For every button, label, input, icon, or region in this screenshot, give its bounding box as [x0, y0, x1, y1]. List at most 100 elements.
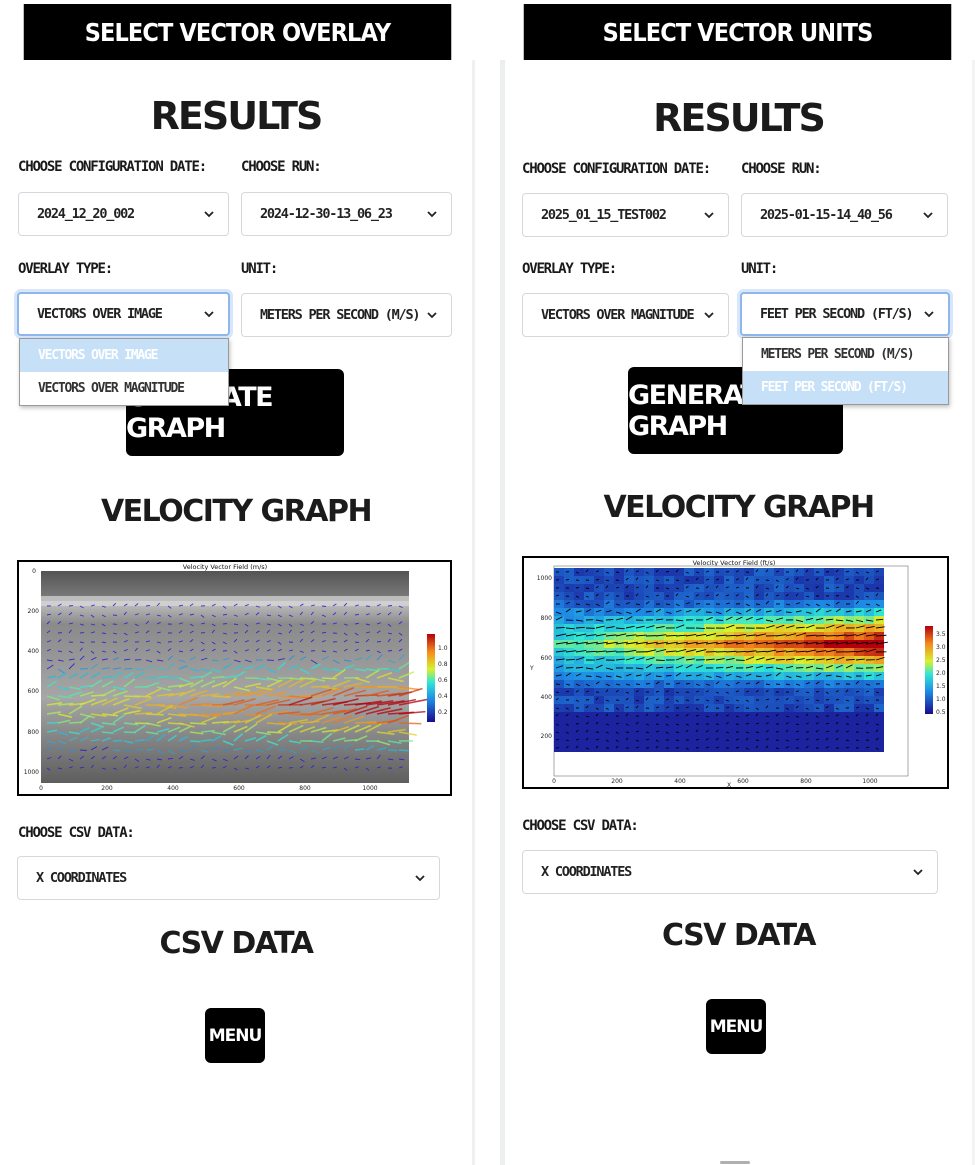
magnitude-cell [584, 712, 594, 720]
magnitude-cell [624, 728, 634, 736]
magnitude-cell [844, 672, 854, 680]
magnitude-cell [564, 744, 574, 752]
magnitude-cell [754, 616, 764, 624]
magnitude-cell [624, 600, 634, 608]
vector-arrow [835, 699, 840, 701]
magnitude-cell [754, 608, 764, 616]
magnitude-cell [704, 744, 714, 752]
magnitude-cell [804, 720, 814, 728]
vector-arrow [277, 767, 283, 769]
magnitude-cell [644, 664, 654, 672]
magnitude-cell [704, 704, 714, 712]
magnitude-cell [844, 616, 854, 624]
magnitude-cell [724, 592, 734, 600]
dropdown-option-meters-per-second[interactable]: METERS PER SECOND (M/S) [743, 338, 948, 371]
config-date-label: CHOOSE CONFIGURATION DATE: [18, 159, 207, 175]
magnitude-cell [584, 736, 594, 744]
magnitude-cell [824, 680, 834, 688]
dropdown-option-vectors-over-magnitude[interactable]: VECTORS OVER MAGNITUDE [20, 372, 228, 405]
magnitude-cell [814, 696, 824, 704]
x-tick: 600 [233, 785, 245, 792]
overlay-type-dropdown: VECTORS OVER IMAGE VECTORS OVER MAGNITUD… [19, 338, 229, 406]
magnitude-cell [554, 728, 564, 736]
magnitude-cell [784, 736, 794, 744]
dropdown-option-feet-per-second[interactable]: FEET PER SECOND (FT/S) [743, 371, 948, 404]
magnitude-cell [674, 576, 684, 584]
magnitude-cell [584, 728, 594, 736]
magnitude-cell [804, 744, 814, 752]
magnitude-cell [554, 672, 564, 680]
magnitude-cell [794, 656, 804, 664]
magnitude-cell [714, 656, 724, 664]
magnitude-cell [874, 704, 884, 712]
magnitude-cell [584, 744, 594, 752]
magnitude-cell [834, 736, 844, 744]
magnitude-cell [844, 736, 854, 744]
overlay-type-select[interactable]: VECTORS OVER IMAGE [17, 292, 230, 336]
vector-arrow [277, 722, 297, 725]
magnitude-cell [604, 720, 614, 728]
magnitude-cell [784, 672, 794, 680]
magnitude-cell [574, 656, 584, 664]
vector-arrow [321, 677, 337, 680]
vector-arrow [735, 706, 740, 709]
magnitude-cell [674, 680, 684, 688]
x-tick: 200 [611, 778, 623, 785]
magnitude-cell [554, 696, 564, 704]
run-select[interactable]: 2024-12-30-13_06_23 [241, 192, 452, 236]
magnitude-cell [694, 704, 704, 712]
magnitude-cell [724, 664, 734, 672]
config-date-select[interactable]: 2025_01_15_TEST002 [522, 193, 729, 237]
menu-button[interactable]: MENU [205, 1008, 265, 1063]
magnitude-cell [764, 616, 774, 624]
y-tick: 800 [28, 729, 40, 736]
csv-data-select[interactable]: X COORDINATES [522, 850, 938, 894]
unit-select[interactable]: METERS PER SECOND (M/S) [241, 293, 452, 337]
magnitude-cell [734, 744, 744, 752]
unit-select[interactable]: FEET PER SECOND (FT/S) [740, 292, 950, 336]
magnitude-cell [684, 720, 694, 728]
magnitude-cell [654, 648, 664, 656]
csv-data-title: CSV DATA [662, 918, 817, 953]
chevron-down-icon [704, 312, 714, 319]
magnitude-cell [764, 648, 774, 656]
vector-arrow [775, 747, 780, 749]
magnitude-cell [744, 688, 754, 696]
magnitude-cell [574, 688, 584, 696]
magnitude-cell [704, 568, 714, 576]
magnitude-cell [734, 736, 744, 744]
magnitude-cell [704, 672, 714, 680]
magnitude-cell [754, 664, 764, 672]
magnitude-cell [704, 680, 714, 688]
menu-button[interactable]: MENU [706, 999, 766, 1054]
magnitude-cell [784, 592, 794, 600]
magnitude-cell [864, 696, 874, 704]
vector-arrow [387, 605, 393, 607]
magnitude-cell [584, 704, 594, 712]
magnitude-cell [584, 680, 594, 688]
magnitude-cell [874, 688, 884, 696]
magnitude-cell [634, 688, 644, 696]
colorbar-tick: 0.8 [438, 661, 448, 668]
dropdown-option-vectors-over-image[interactable]: VECTORS OVER IMAGE [20, 339, 228, 372]
magnitude-cell [814, 688, 824, 696]
overlay-type-select[interactable]: VECTORS OVER MAGNITUDE [522, 293, 729, 337]
magnitude-cell [644, 656, 654, 664]
magnitude-cell [764, 720, 774, 728]
magnitude-cell [684, 576, 694, 584]
magnitude-cell [574, 680, 584, 688]
magnitude-cell [724, 624, 734, 632]
run-select[interactable]: 2025-01-15-14_40_56 [741, 193, 948, 237]
magnitude-cell [874, 656, 884, 664]
magnitude-cell [854, 568, 864, 576]
csv-data-select[interactable]: X COORDINATES [17, 856, 440, 900]
colorbar-tick: 2.5 [936, 657, 946, 664]
config-date-select[interactable]: 2024_12_20_002 [18, 192, 229, 236]
magnitude-cell [594, 600, 604, 608]
csv-data-label: CHOOSE CSV DATA: [18, 825, 135, 841]
run-label: CHOOSE RUN: [241, 159, 322, 175]
magnitude-cell [634, 696, 644, 704]
magnitude-cell [854, 688, 864, 696]
magnitude-cell [744, 600, 754, 608]
magnitude-cell [744, 728, 754, 736]
